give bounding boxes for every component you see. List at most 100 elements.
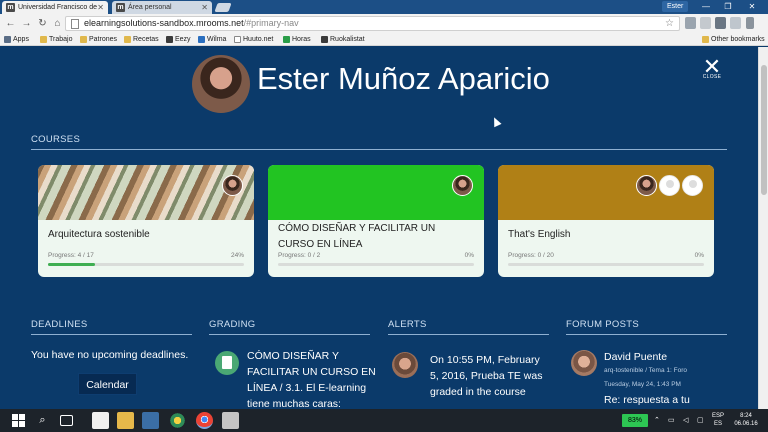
reload-icon[interactable]: ↻	[36, 17, 49, 30]
avatar	[636, 175, 657, 196]
moodle-favicon-icon: m	[6, 3, 15, 12]
folder-icon	[40, 36, 47, 43]
bookmark-wilma[interactable]: Wilma	[198, 33, 226, 46]
page-title: Ester Muñoz Aparicio	[257, 61, 550, 96]
menu-icon[interactable]	[746, 17, 754, 29]
forward-arrow-icon[interactable]: →	[20, 17, 33, 30]
notification-icon[interactable]: ▢	[697, 409, 704, 432]
extension-icon[interactable]	[715, 17, 726, 29]
forum-post-subject[interactable]: Re: respuesta a tu	[604, 394, 690, 406]
folder-icon	[80, 36, 87, 43]
course-card[interactable]: Arquitectura sostenible Progress: 4 / 17…	[38, 165, 254, 277]
scrollbar-thumb[interactable]	[761, 65, 767, 195]
window-close-icon[interactable]: ✕	[742, 0, 762, 14]
extension-icon[interactable]	[685, 17, 696, 29]
forum-post-date: Tuesday, May 24, 1:43 PM	[604, 381, 681, 388]
volume-icon[interactable]: ◁	[683, 409, 688, 432]
profile-button[interactable]: Ester	[662, 1, 689, 12]
network-icon[interactable]: ▭	[668, 409, 675, 432]
divider	[31, 149, 727, 150]
extension-icon[interactable]	[730, 17, 741, 29]
clock[interactable]: 8:24 06.06.16	[733, 412, 759, 428]
progress-label: Progress: 4 / 17	[48, 252, 94, 259]
maximize-icon[interactable]: ❐	[718, 0, 738, 14]
folder-icon	[702, 36, 709, 43]
divider	[31, 334, 192, 335]
progress-label: Progress: 0 / 2	[278, 252, 321, 259]
bookmark-ruokalistat[interactable]: Ruokalistat	[321, 33, 365, 46]
mouse-pointer-icon	[490, 115, 502, 128]
other-bookmarks[interactable]: Other bookmarks	[702, 33, 765, 46]
bookmark-apps[interactable]: Apps	[4, 33, 29, 46]
edge-icon[interactable]	[92, 412, 109, 429]
input-language[interactable]: ESP ES	[712, 412, 724, 428]
file-explorer-icon[interactable]	[117, 412, 134, 429]
assignment-icon	[215, 351, 239, 375]
back-arrow-icon[interactable]: ←	[4, 17, 17, 30]
avatar	[571, 350, 597, 376]
divider	[566, 334, 727, 335]
app-icon[interactable]	[222, 412, 239, 429]
avatar	[682, 175, 703, 196]
course-title[interactable]: Arquitectura sostenible	[48, 227, 244, 243]
course-banner-image	[38, 165, 254, 220]
progress-bar	[278, 263, 474, 266]
alert-item[interactable]: On 10:55 PM, February 5, 2016, Prueba TE…	[430, 352, 550, 400]
forum-posts-heading: FORUM POSTS	[566, 319, 639, 330]
avatar	[452, 175, 473, 196]
progress-label: Progress: 0 / 20	[508, 252, 554, 259]
alerts-heading: ALERTS	[388, 319, 427, 330]
course-banner	[498, 165, 714, 220]
course-card[interactable]: CÓMO DISEÑAR Y FACILITAR UN CURSO EN LÍN…	[268, 165, 484, 277]
app-icon[interactable]	[169, 412, 186, 429]
chrome-icon[interactable]	[196, 412, 213, 429]
bookmark-eezy[interactable]: Eezy	[166, 33, 191, 46]
course-card[interactable]: That's English Progress: 0 / 20 0%	[498, 165, 714, 277]
avatar	[192, 55, 250, 113]
deadlines-message: You have no upcoming deadlines.	[31, 349, 189, 361]
bookmark-patrones[interactable]: Patrones	[80, 33, 117, 46]
bookmark-trabajo[interactable]: Trabajo	[40, 33, 72, 46]
tab-universidad[interactable]: m Universidad Francisco de ✕	[2, 1, 108, 14]
bookmark-horas[interactable]: Horas	[283, 33, 311, 46]
tab-title: Universidad Francisco de	[18, 4, 97, 11]
tab-close-icon[interactable]: ✕	[201, 1, 208, 14]
home-icon[interactable]: ⌂	[51, 17, 64, 30]
grading-heading: GRADING	[209, 319, 256, 330]
wilma-icon	[198, 36, 205, 43]
extension-icon[interactable]	[700, 17, 711, 29]
forum-post-meta: arq-tostenible / Tema 1: Foro	[604, 367, 687, 374]
sheets-icon	[283, 36, 290, 43]
avatar	[659, 175, 680, 196]
scrollbar[interactable]	[758, 47, 768, 409]
tab-close-icon[interactable]: ✕	[97, 1, 104, 14]
tab-area-personal[interactable]: m Área personal ✕	[112, 1, 212, 14]
taskbar: ⌕ 83% ⌃ ▭ ◁ ▢ ESP ES 8:24 06.06.16	[0, 409, 768, 432]
search-icon[interactable]: ⌕	[34, 412, 51, 429]
windows-start-icon[interactable]	[10, 412, 27, 429]
progress-percent: 24%	[230, 252, 244, 259]
calendar-button[interactable]: Calendar	[78, 373, 137, 395]
tray-expand-icon[interactable]: ⌃	[654, 409, 660, 432]
moodle-favicon-icon: m	[116, 3, 125, 12]
url-host: elearningsolutions-sandbox.mrooms.net	[84, 18, 244, 28]
progress-percent: 0%	[464, 252, 474, 259]
deadlines-heading: DEADLINES	[31, 319, 88, 330]
bookmark-star-icon[interactable]: ☆	[665, 17, 674, 30]
bookmark-recetas[interactable]: Recetas	[124, 33, 159, 46]
store-icon[interactable]	[142, 412, 159, 429]
progress-bar	[48, 263, 244, 266]
address-bar[interactable]: elearningsolutions-sandbox.mrooms.net/#p…	[65, 16, 680, 31]
course-title[interactable]: That's English	[508, 227, 704, 243]
minimize-icon[interactable]: —	[696, 0, 716, 14]
grading-item-link[interactable]: CÓMO DISEÑAR Y FACILITAR UN CURSO EN LÍN…	[247, 348, 377, 409]
avatar	[392, 352, 418, 378]
bookmark-huuto[interactable]: Huuto.net	[234, 33, 273, 46]
course-title[interactable]: CÓMO DISEÑAR Y FACILITAR UN CURSO EN LÍN…	[278, 221, 474, 253]
new-tab-button[interactable]	[214, 3, 232, 12]
apps-grid-icon	[4, 36, 11, 43]
battery-indicator[interactable]: 83%	[622, 414, 648, 427]
forum-post-author[interactable]: David Puente	[604, 351, 667, 363]
close-label[interactable]: CLOSE	[700, 74, 724, 80]
task-view-icon[interactable]	[60, 415, 73, 426]
